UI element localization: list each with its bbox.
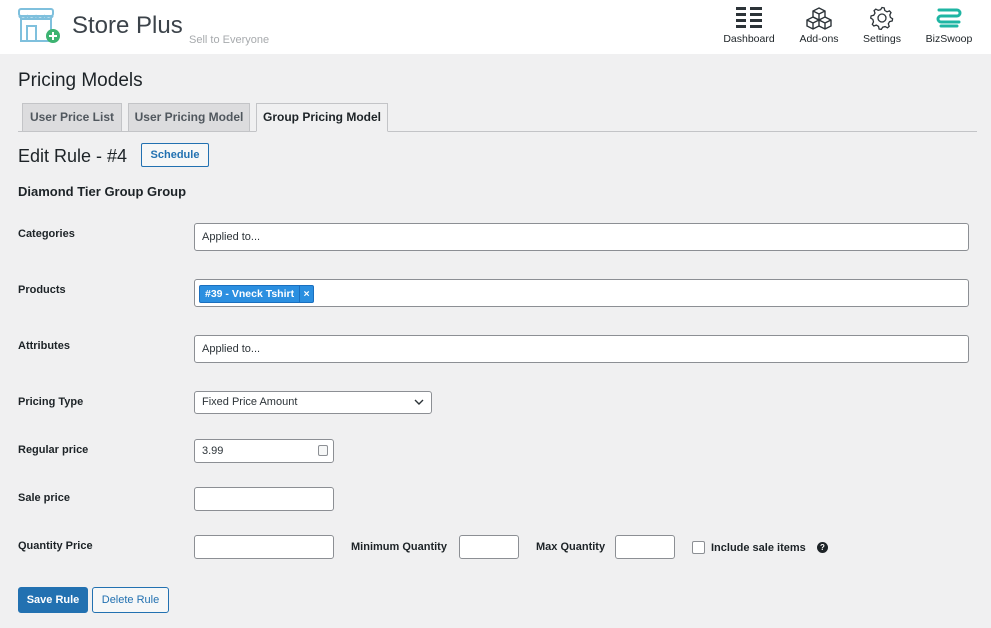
top-bar: Store Plus Sell to Everyone Dashboard Ad… (0, 0, 991, 54)
bizswoop-logo-icon (936, 8, 962, 28)
product-tag: #39 - Vneck Tshirt × (199, 285, 315, 303)
regular-price-input[interactable]: 3.99 (194, 439, 334, 463)
nav-addons[interactable]: Add-ons (792, 6, 846, 48)
minimum-quantity-label: Minimum Quantity (351, 541, 447, 553)
cubes-icon (806, 7, 832, 30)
categories-label: Categories (18, 228, 75, 240)
quantity-price-label: Quantity Price (18, 540, 93, 552)
store-logo-icon (18, 8, 60, 43)
max-quantity-label: Max Quantity (536, 541, 606, 553)
sale-price-input[interactable] (194, 487, 334, 511)
max-quantity-input[interactable] (615, 535, 675, 559)
attributes-input[interactable]: Applied to... (194, 335, 969, 363)
categories-input[interactable]: Applied to... (194, 223, 969, 251)
attributes-label: Attributes (18, 340, 70, 352)
pricing-type-label: Pricing Type (18, 396, 84, 408)
number-spinner-icon[interactable] (318, 445, 328, 456)
pricing-type-value: Fixed Price Amount (202, 396, 298, 408)
nav-dashboard-label: Dashboard (723, 33, 775, 45)
quantity-price-input[interactable] (194, 535, 334, 559)
pricing-type-select[interactable]: Fixed Price Amount (194, 391, 432, 414)
schedule-button[interactable]: Schedule (141, 143, 209, 167)
gear-icon (869, 6, 894, 30)
nav-dashboard[interactable]: Dashboard (719, 6, 779, 48)
save-rule-button[interactable]: Save Rule (18, 587, 88, 613)
page-title: Pricing Models (18, 70, 143, 91)
group-name: Diamond Tier Group Group (18, 184, 187, 199)
regular-price-label: Regular price (18, 444, 89, 456)
tab-user-price-list[interactable]: User Price List (22, 103, 122, 132)
delete-rule-button[interactable]: Delete Rule (92, 587, 169, 613)
sale-price-label: Sale price (18, 492, 70, 504)
nav-settings[interactable]: Settings (857, 6, 907, 48)
remove-tag-button[interactable]: × (299, 286, 313, 302)
help-icon[interactable]: ? (817, 542, 828, 553)
dashboard-icon (736, 7, 762, 28)
include-sale-items-checkbox[interactable] (692, 541, 705, 554)
brand-name: Store Plus (72, 12, 183, 39)
chevron-down-icon (414, 399, 424, 405)
minimum-quantity-input[interactable] (459, 535, 519, 559)
tab-group-pricing-model[interactable]: Group Pricing Model (256, 103, 388, 132)
products-label: Products (18, 284, 66, 296)
nav-addons-label: Add-ons (799, 33, 839, 45)
edit-rule-title: Edit Rule - #4 (18, 146, 128, 166)
nav-bizswoop[interactable]: BizSwoop (921, 6, 977, 48)
brand-tagline: Sell to Everyone (189, 34, 270, 46)
regular-price-value: 3.99 (202, 445, 224, 457)
product-tag-label: #39 - Vneck Tshirt (205, 288, 295, 300)
nav-bizswoop-label: BizSwoop (925, 33, 973, 45)
tab-user-pricing-model[interactable]: User Pricing Model (128, 103, 250, 132)
include-sale-items-label: Include sale items (711, 542, 806, 554)
nav-settings-label: Settings (863, 33, 901, 45)
